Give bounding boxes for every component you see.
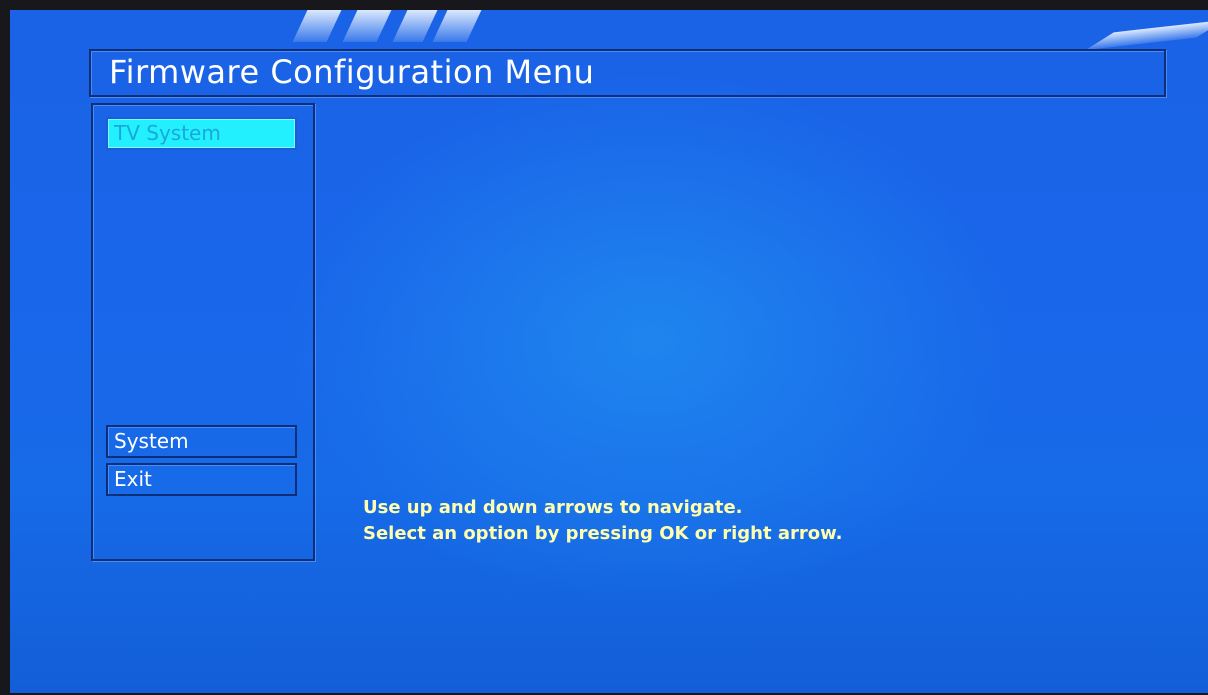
sidebar-menu: TV System System Exit [91, 103, 315, 561]
light-reflection [1085, 19, 1208, 51]
help-line-navigate: Use up and down arrows to navigate. [363, 497, 743, 518]
light-reflection [342, 10, 392, 42]
title-bar: Firmware Configuration Menu [89, 49, 1166, 97]
menu-item-exit[interactable]: Exit [106, 463, 297, 496]
help-text: Use up and down arrows to navigate. Sele… [363, 495, 842, 547]
menu-item-system[interactable]: System [106, 425, 297, 458]
light-reflection [432, 10, 482, 42]
menu-item-tv-system[interactable]: TV System [106, 117, 297, 150]
menu-item-label: System [114, 429, 189, 453]
menu-item-label: TV System [114, 121, 221, 145]
light-reflection [292, 10, 342, 42]
tv-screen: Firmware Configuration Menu TV System Sy… [10, 10, 1208, 693]
light-reflection [392, 10, 438, 42]
menu-item-label: Exit [114, 467, 152, 491]
help-line-select: Select an option by pressing OK or right… [363, 523, 843, 544]
page-title: Firmware Configuration Menu [109, 53, 595, 91]
